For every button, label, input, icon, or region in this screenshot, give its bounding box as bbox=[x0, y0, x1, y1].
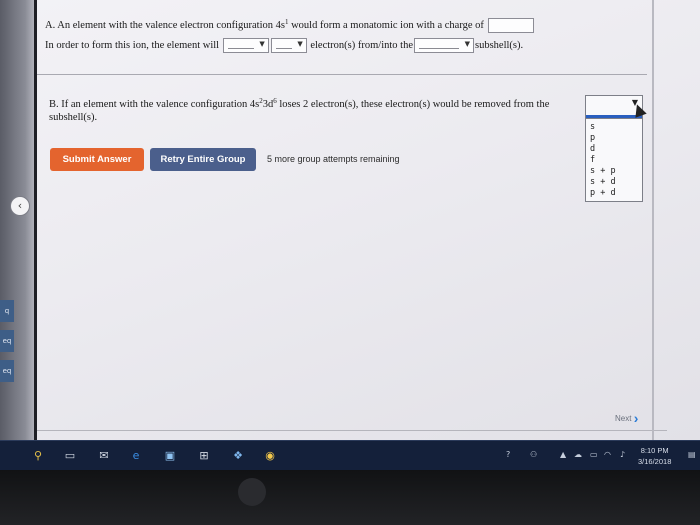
part-b-mid: 3d bbox=[262, 99, 274, 111]
wifi-icon[interactable]: ◠ bbox=[604, 450, 611, 459]
part-b-line-1: B. If an element with the valence config… bbox=[49, 97, 549, 110]
bottom-divider bbox=[37, 430, 667, 431]
sidebar-tab-3[interactable]: eq bbox=[0, 360, 14, 382]
part-a-text: A. An element with the valence electron … bbox=[45, 20, 285, 32]
sidebar-tab-2[interactable]: eq bbox=[0, 330, 14, 352]
scroll-edge bbox=[652, 0, 654, 440]
option-p[interactable]: p bbox=[586, 133, 642, 144]
store-icon[interactable]: ⊞ bbox=[196, 448, 212, 464]
sidebar-tab-1[interactable]: q bbox=[0, 300, 14, 322]
chrome-icon[interactable]: ◉ bbox=[262, 448, 278, 464]
dropdown-arrow-icon: ▼ bbox=[259, 40, 265, 48]
question-content: A. An element with the valence electron … bbox=[37, 0, 667, 440]
subshell-options-list: s p d f s + p s + d p + d bbox=[585, 118, 643, 202]
left-sidebar: q eq eq bbox=[0, 0, 37, 440]
next-label: Next bbox=[615, 414, 632, 423]
help-icon[interactable]: ? bbox=[506, 450, 510, 459]
screen: q eq eq ‹ A. An element with the valence… bbox=[0, 0, 700, 440]
dropbox-icon[interactable]: ❖ bbox=[230, 448, 246, 464]
charge-input[interactable] bbox=[487, 18, 534, 34]
option-s-plus-d[interactable]: s + d bbox=[586, 177, 642, 188]
option-f[interactable]: f bbox=[586, 155, 642, 166]
part-b-text: B. If an element with the valence config… bbox=[49, 99, 260, 111]
photos-icon[interactable]: ▣ bbox=[162, 448, 178, 464]
gain-lose-select[interactable]: ▼ bbox=[222, 38, 269, 53]
dropdown-arrow-icon: ▼ bbox=[464, 40, 470, 48]
people-icon[interactable]: ⚇ bbox=[530, 450, 537, 459]
dropdown-arrow-icon: ▼ bbox=[297, 40, 303, 48]
hp-logo-icon bbox=[238, 478, 266, 506]
volume-icon[interactable]: ♪ bbox=[620, 450, 625, 459]
tray-expand-icon[interactable]: ▲ bbox=[560, 450, 566, 459]
laptop-bezel bbox=[0, 470, 700, 525]
attempts-remaining: 5 more group attempts remaining bbox=[267, 154, 400, 164]
option-s-plus-p[interactable]: s + p bbox=[586, 166, 642, 177]
option-p-plus-d[interactable]: p + d bbox=[586, 188, 642, 199]
part-a-line2-text: In order to form this ion, the element w… bbox=[45, 40, 220, 51]
battery-icon[interactable]: ▭ bbox=[590, 450, 598, 459]
search-icon[interactable]: ⚲ bbox=[30, 448, 46, 464]
system-clock[interactable]: 8:10 PM 3/16/2018 bbox=[638, 445, 671, 467]
part-b-suffix: loses 2 electron(s), these electron(s) w… bbox=[276, 99, 550, 111]
part-a-line2-end: subshell(s). bbox=[474, 40, 524, 51]
part-a-line2-mid: electron(s) from/into the bbox=[310, 40, 413, 51]
part-a-line-1: A. An element with the valence electron … bbox=[45, 18, 535, 34]
windows-taskbar: ⚲ ▭ ✉ e ▣ ⊞ ❖ ◉ ? ⚇ ▲ ☁ ▭ ◠ ♪ ▤ bbox=[0, 440, 700, 471]
task-view-icon[interactable]: ▭ bbox=[62, 448, 78, 464]
divider bbox=[37, 74, 647, 75]
part-b-line-2: subshell(s). bbox=[49, 112, 98, 123]
clock-date: 3/16/2018 bbox=[638, 457, 672, 466]
electron-count-select[interactable]: ▼ bbox=[270, 38, 307, 53]
edge-browser-icon[interactable]: e bbox=[128, 448, 144, 464]
next-link[interactable]: Next › bbox=[615, 410, 638, 426]
part-a-text-2: would form a monatomic ion with a charge… bbox=[288, 20, 484, 32]
clock-time: 8:10 PM bbox=[640, 446, 669, 455]
mouse-cursor-icon bbox=[631, 102, 647, 118]
part-a-line-2: In order to form this ion, the element w… bbox=[45, 38, 523, 53]
subshell-select-a[interactable]: ▼ bbox=[413, 38, 474, 53]
retry-entire-group-button[interactable]: Retry Entire Group bbox=[150, 148, 256, 171]
option-s[interactable]: s bbox=[586, 122, 642, 133]
option-d[interactable]: d bbox=[586, 144, 642, 155]
submit-answer-button[interactable]: Submit Answer bbox=[50, 148, 144, 171]
collapse-sidebar-icon[interactable]: ‹ bbox=[10, 196, 30, 216]
notifications-icon[interactable]: ▤ bbox=[688, 450, 696, 459]
mail-icon[interactable]: ✉ bbox=[96, 448, 112, 464]
chevron-right-icon: › bbox=[633, 410, 639, 426]
cloud-icon[interactable]: ☁ bbox=[574, 450, 582, 459]
